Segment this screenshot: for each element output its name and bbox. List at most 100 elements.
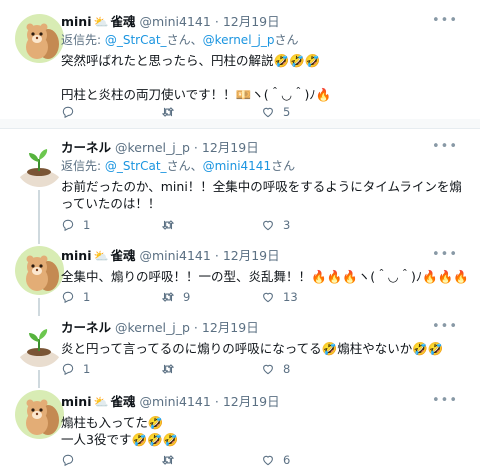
retweet-button[interactable]	[161, 218, 261, 232]
reply-count: 1	[83, 362, 91, 376]
tweet[interactable]: カーネル @kernel_j_p · 12月19日 ••• 炎と円って言ってるの…	[0, 312, 480, 384]
tweet-date[interactable]: 12月19日	[202, 139, 259, 157]
thread-line	[38, 370, 40, 384]
like-count: 5	[283, 105, 291, 119]
handle[interactable]: @mini4141	[139, 13, 210, 31]
reply-button[interactable]: 1	[61, 362, 161, 376]
display-name[interactable]: カーネル	[61, 139, 111, 157]
tweet-text: 突然呼ばれたと思ったら、円柱の解説🤣🤣🤣 円柱と炎柱の両刀使いです！！💴ヽ(＾◡…	[61, 53, 332, 102]
reply-count: 1	[83, 218, 91, 232]
tweet-header: mini ⛅ 雀魂 @mini4141 · 12月19日	[61, 13, 472, 31]
mention-link[interactable]: @mini4141	[203, 159, 272, 173]
display-name[interactable]: mini	[61, 393, 92, 411]
more-options-icon[interactable]: •••	[432, 13, 458, 28]
like-button[interactable]: 13	[261, 290, 361, 304]
tweet[interactable]: カーネル @kernel_j_p · 12月19日 ••• 返信先: @_Str…	[0, 130, 480, 242]
sun-cloud-icon: ⛅	[93, 395, 109, 409]
reply-to-joiner: さん、	[166, 159, 203, 173]
reply-count: 1	[83, 290, 91, 304]
more-options-icon[interactable]: •••	[432, 247, 458, 262]
heart-icon	[263, 220, 273, 231]
reply-to: 返信先: @_StrCat_さん、@kernel_j_pさん	[61, 31, 472, 49]
handle[interactable]: @kernel_j_p	[115, 319, 190, 337]
like-button[interactable]: 6	[261, 453, 361, 467]
tweet-actions: 1 8	[61, 362, 361, 376]
tweet-text: 炎と円って言ってるのに煽りの呼吸になってる🤣煽柱やないか🤣🤣	[61, 341, 444, 356]
heart-icon	[263, 455, 273, 466]
section-divider	[0, 119, 480, 129]
avatar-squirrel[interactable]	[15, 14, 64, 63]
tweet-date[interactable]: 12月19日	[223, 393, 280, 411]
display-name[interactable]: mini	[61, 247, 92, 265]
tweet-header: mini ⛅ 雀魂 @mini4141 · 12月19日	[61, 393, 472, 411]
thread-line	[38, 384, 40, 388]
tweet-text: 煽柱も入ってた🤣 一人3役です🤣🤣🤣	[61, 415, 179, 447]
retweet-icon	[162, 107, 174, 117]
display-name[interactable]: カーネル	[61, 319, 111, 337]
like-button[interactable]: 3	[261, 218, 361, 232]
reply-to: 返信先: @_StrCat_さん、@mini4141さん	[61, 157, 472, 175]
tweet-text: 全集中、煽りの呼吸！！一の型、炎乱舞！！🔥🔥🔥ヽ(＾◡＾)ﾉ🔥🔥🔥	[61, 269, 469, 284]
more-options-icon[interactable]: •••	[432, 393, 458, 408]
more-options-icon[interactable]: •••	[432, 319, 458, 334]
display-name-suffix[interactable]: 雀魂	[110, 393, 135, 411]
retweet-icon	[162, 364, 174, 374]
tweet-date[interactable]: 12月19日	[202, 319, 259, 337]
reply-icon	[62, 454, 74, 467]
mention-link[interactable]: @_StrCat_	[105, 33, 167, 47]
tweet[interactable]: mini ⛅ 雀魂 @mini4141 · 12月19日 ••• 返信先: @_…	[0, 0, 480, 119]
reply-to-label: 返信先:	[61, 33, 105, 47]
separator-dot: ·	[214, 248, 219, 263]
timeline: mini ⛅ 雀魂 @mini4141 · 12月19日 ••• 返信先: @_…	[0, 0, 480, 475]
mention-link[interactable]: @kernel_j_p	[203, 33, 275, 47]
heart-icon	[263, 292, 273, 303]
avatar-sprout[interactable]	[15, 138, 64, 187]
separator-dot: ·	[214, 14, 219, 29]
more-options-icon[interactable]: •••	[432, 139, 458, 154]
reply-button[interactable]: 1	[61, 290, 161, 304]
tweet-actions: 1 9 13	[61, 290, 361, 304]
avatar-squirrel[interactable]	[15, 390, 64, 439]
retweet-icon	[162, 220, 174, 230]
retweet-button[interactable]	[161, 362, 261, 376]
thread-line	[38, 298, 40, 312]
like-count: 8	[283, 362, 291, 376]
reply-icon	[62, 219, 74, 232]
mention-link[interactable]: @_StrCat_	[105, 159, 167, 173]
retweet-button[interactable]	[161, 453, 261, 467]
tweet[interactable]: mini ⛅ 雀魂 @mini4141 · 12月19日 ••• 煽柱も入ってた…	[0, 384, 480, 475]
sun-cloud-icon: ⛅	[93, 15, 109, 29]
reply-icon	[62, 291, 74, 304]
tweet[interactable]: mini ⛅ 雀魂 @mini4141 · 12月19日 ••• 全集中、煽りの…	[0, 242, 480, 312]
handle[interactable]: @mini4141	[139, 393, 210, 411]
like-button[interactable]: 5	[261, 105, 361, 119]
like-button[interactable]: 8	[261, 362, 361, 376]
tweet-text: お前だったのか、mini！！全集中の呼吸をするようにタイムラインを煽っていたのは…	[61, 179, 462, 211]
display-name-suffix[interactable]: 雀魂	[110, 247, 135, 265]
reply-button[interactable]: 1	[61, 218, 161, 232]
separator-dot: ·	[214, 394, 219, 409]
like-count: 3	[283, 218, 291, 232]
avatar-squirrel[interactable]	[15, 246, 64, 295]
display-name-suffix[interactable]: 雀魂	[110, 13, 135, 31]
avatar-sprout[interactable]	[15, 318, 64, 367]
handle[interactable]: @mini4141	[139, 247, 210, 265]
thread-line	[38, 312, 40, 316]
tweet-header: カーネル @kernel_j_p · 12月19日	[61, 319, 472, 337]
tweet-date[interactable]: 12月19日	[223, 247, 280, 265]
retweet-button[interactable]	[161, 105, 261, 119]
tweet-actions: 1 3	[61, 218, 361, 232]
retweet-button[interactable]: 9	[161, 290, 261, 304]
separator-dot: ·	[193, 140, 198, 155]
reply-to-joiner: さん、	[166, 33, 203, 47]
reply-to-suffix: さん	[274, 33, 299, 47]
reply-button[interactable]	[61, 105, 161, 119]
tweet-actions: 6	[61, 453, 361, 467]
reply-to-label: 返信先:	[61, 159, 105, 173]
reply-button[interactable]	[61, 453, 161, 467]
handle[interactable]: @kernel_j_p	[115, 139, 190, 157]
tweet-date[interactable]: 12月19日	[223, 13, 280, 31]
heart-icon	[263, 107, 273, 118]
display-name[interactable]: mini	[61, 13, 92, 31]
reply-to-suffix: さん	[271, 159, 296, 173]
